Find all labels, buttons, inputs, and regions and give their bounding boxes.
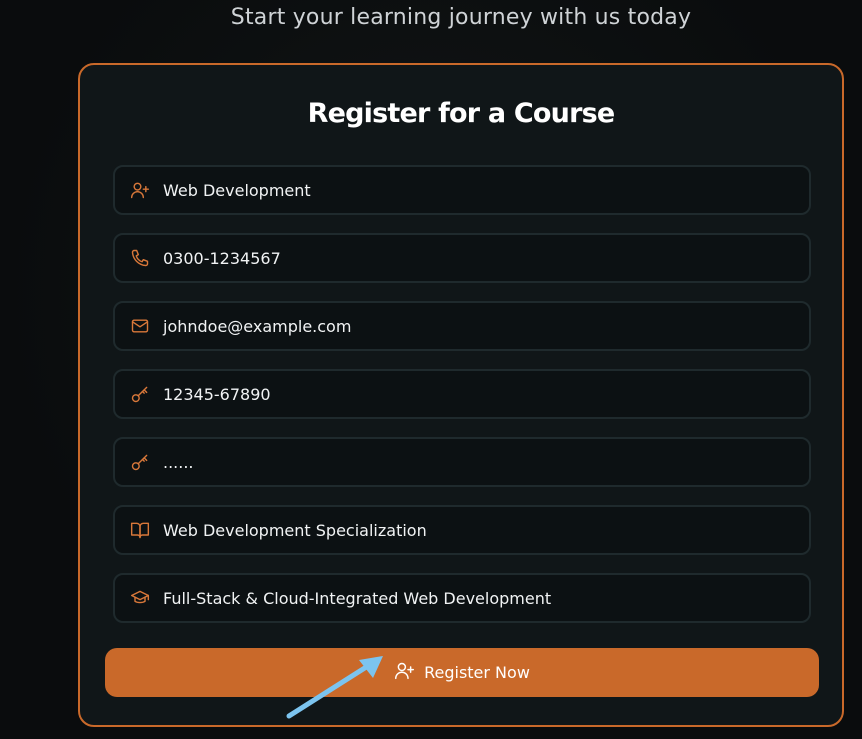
mail-icon	[129, 315, 151, 337]
specialization-value: Web Development Specialization	[163, 520, 427, 540]
key-icon	[129, 383, 151, 405]
phone-icon	[129, 247, 151, 269]
page-subtitle: Start your learning journey with us toda…	[230, 5, 692, 30]
course-title-value: Full-Stack & Cloud-Integrated Web Develo…	[163, 588, 552, 608]
phone-field[interactable]: 0300-1234567	[113, 233, 811, 283]
password-value: ......	[163, 452, 194, 472]
graduation-cap-icon	[129, 587, 151, 609]
register-now-button[interactable]: Register Now	[105, 648, 819, 697]
email-value: johndoe@example.com	[163, 316, 352, 336]
password-field[interactable]: ......	[113, 437, 811, 487]
key-icon	[129, 451, 151, 473]
course-name-value: Web Development	[163, 180, 311, 200]
email-field[interactable]: johndoe@example.com	[113, 301, 811, 351]
specialization-field[interactable]: Web Development Specialization	[113, 505, 811, 555]
form-title: Register for a Course	[307, 98, 616, 129]
course-title-field[interactable]: Full-Stack & Cloud-Integrated Web Develo…	[113, 573, 811, 623]
user-plus-icon	[129, 179, 151, 201]
id-number-field[interactable]: 12345-67890	[113, 369, 811, 419]
user-plus-icon	[394, 660, 415, 685]
course-name-field[interactable]: Web Development	[113, 165, 811, 215]
page: Start your learning journey with us toda…	[0, 0, 862, 739]
id-number-value: 12345-67890	[163, 384, 271, 404]
phone-value: 0300-1234567	[163, 248, 281, 268]
register-now-label: Register Now	[424, 663, 530, 682]
registration-card: Register for a Course Web Development 03…	[78, 63, 844, 727]
book-open-icon	[129, 519, 151, 541]
